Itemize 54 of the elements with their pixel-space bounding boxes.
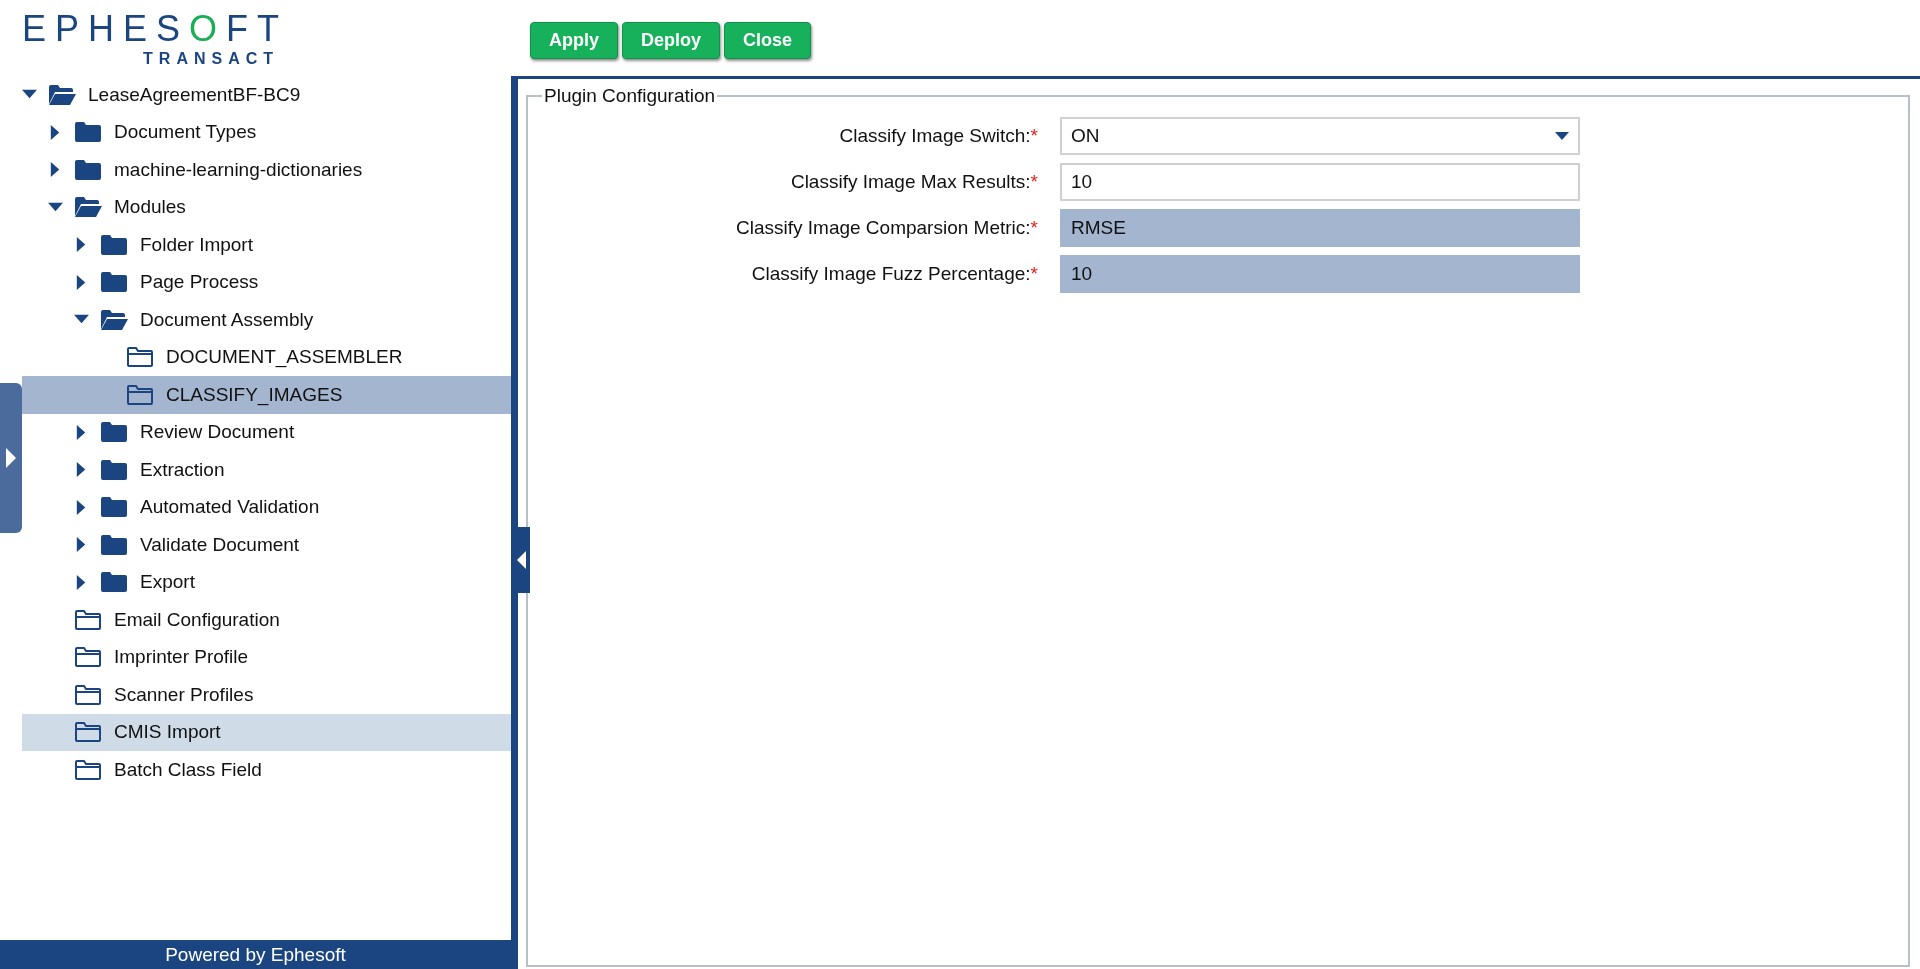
tree-item[interactable]: Email Configuration: [22, 601, 511, 639]
tree-item[interactable]: Modules: [22, 188, 511, 226]
tree-item[interactable]: LeaseAgreementBF-BC9: [22, 76, 511, 114]
folder-icon: [100, 496, 128, 519]
tree-item[interactable]: Validate Document: [22, 526, 511, 564]
field-label: Classify Image Comparsion Metric:: [736, 217, 1031, 238]
folder-icon: [100, 233, 128, 256]
field-label: Classify Image Switch:: [839, 125, 1031, 146]
tree-item[interactable]: Review Document: [22, 413, 511, 451]
dropdown-arrow-icon: [1555, 132, 1569, 140]
dropdown-field[interactable]: ON: [1060, 117, 1580, 155]
expand-tab[interactable]: [0, 383, 22, 533]
field-label: Classify Image Max Results:: [790, 171, 1031, 192]
folder-icon: [100, 458, 128, 481]
tree-item[interactable]: DOCUMENT_ASSEMBLER: [22, 338, 511, 376]
required-mark: *: [1030, 171, 1038, 192]
folder-icon: [100, 271, 128, 294]
folder-outline-icon: [74, 608, 102, 631]
folder-icon: [74, 121, 102, 144]
folder-outline-icon: [126, 346, 154, 369]
folder-outline-icon: [74, 721, 102, 744]
tree-item[interactable]: Folder Import: [22, 226, 511, 264]
tree-item[interactable]: CMIS Import: [22, 713, 511, 751]
tree-item[interactable]: Imprinter Profile: [22, 638, 511, 676]
open-folder-icon: [74, 196, 102, 219]
required-mark: *: [1030, 217, 1038, 238]
tree-item[interactable]: Batch Class Field: [22, 751, 511, 789]
tree-item[interactable]: Document Assembly: [22, 301, 511, 339]
tree-item[interactable]: Export: [22, 563, 511, 601]
panel-title: Plugin Configuration: [543, 85, 717, 107]
folder-outline-icon: [74, 683, 102, 706]
input-field[interactable]: 10: [1060, 163, 1580, 201]
folder-outline-icon: [74, 758, 102, 781]
folder-outline-icon: [74, 646, 102, 669]
open-folder-icon: [100, 308, 128, 331]
tree-item[interactable]: Automated Validation: [22, 488, 511, 526]
folder-icon: [100, 533, 128, 556]
field-label: Classify Image Fuzz Percentage:: [751, 263, 1031, 284]
tree-item[interactable]: Extraction: [22, 451, 511, 489]
tree-item[interactable]: Page Process: [22, 263, 511, 301]
caret-right-icon: [6, 447, 16, 469]
tree-item[interactable]: Scanner Profiles: [22, 676, 511, 714]
tree-item[interactable]: machine-learning-dictionaries: [22, 151, 511, 189]
required-mark: *: [1030, 125, 1038, 146]
tree-item[interactable]: Document Types: [22, 113, 511, 151]
required-mark: *: [1030, 263, 1038, 284]
tree-item[interactable]: CLASSIFY_IMAGES: [22, 376, 511, 414]
folder-icon: [74, 158, 102, 181]
open-folder-icon: [48, 83, 76, 106]
folder-icon: [100, 421, 128, 444]
folder-icon: [100, 571, 128, 594]
caret-left-icon: [517, 550, 526, 570]
footer-bar: Powered by Ephesoft: [0, 940, 511, 969]
folder-outline-icon: [126, 383, 154, 406]
